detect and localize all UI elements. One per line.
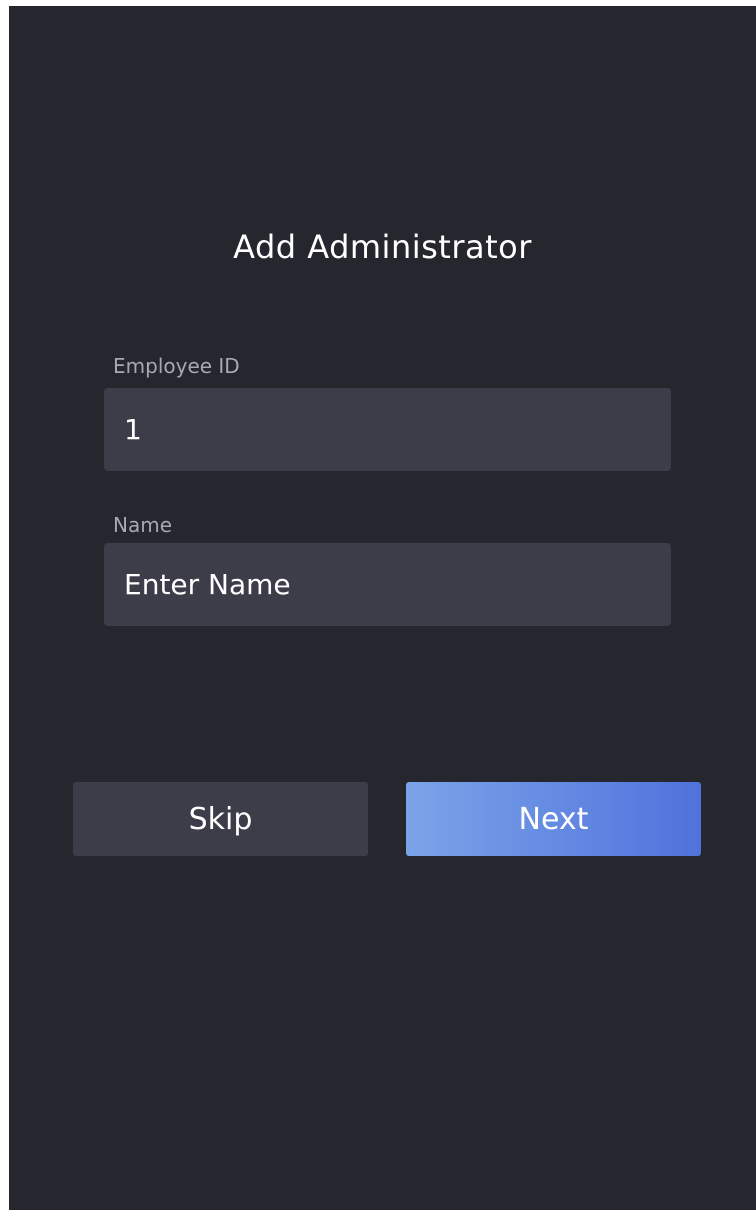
employee-id-value: 1 bbox=[124, 413, 142, 446]
name-label: Name bbox=[113, 513, 173, 537]
employee-id-field[interactable]: 1 bbox=[104, 388, 671, 471]
skip-button-label: Skip bbox=[188, 801, 253, 837]
add-administrator-screen: Add Administrator Employee ID 1 Name Ent… bbox=[9, 6, 756, 1210]
skip-button[interactable]: Skip bbox=[73, 782, 368, 856]
name-field[interactable]: Enter Name bbox=[104, 543, 671, 626]
page-title: Add Administrator bbox=[233, 228, 532, 266]
next-button-label: Next bbox=[518, 801, 589, 837]
name-placeholder: Enter Name bbox=[124, 568, 291, 601]
next-button[interactable]: Next bbox=[406, 782, 701, 856]
employee-id-label: Employee ID bbox=[113, 354, 240, 378]
